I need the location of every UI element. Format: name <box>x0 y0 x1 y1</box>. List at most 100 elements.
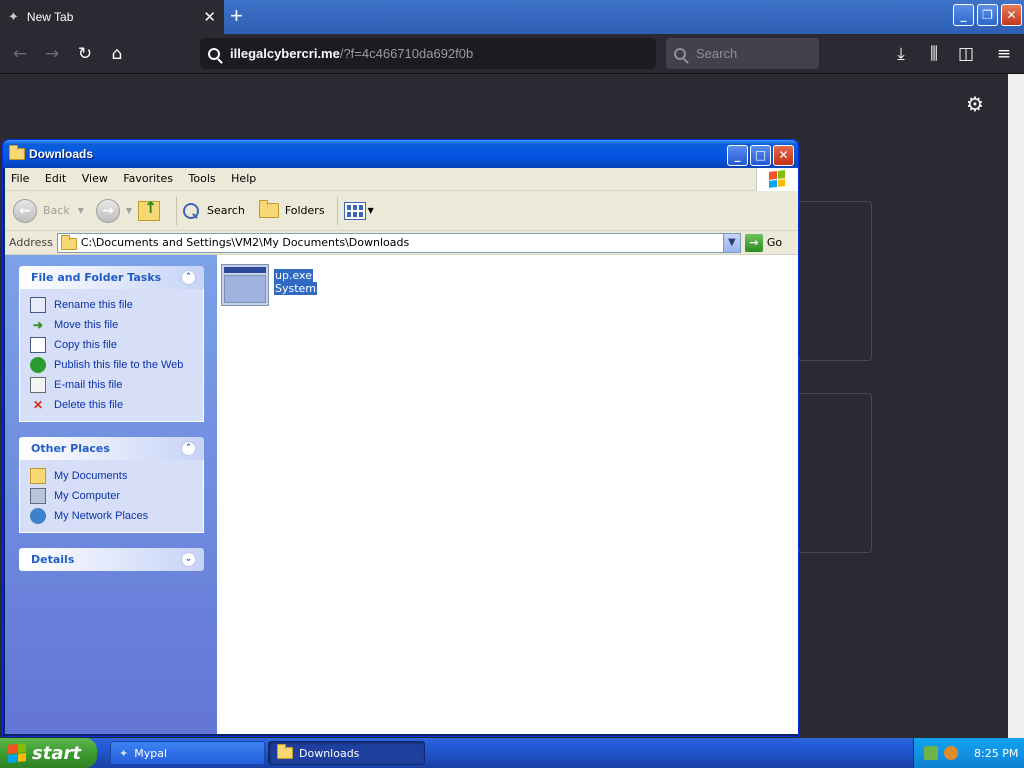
explorer-titlebar[interactable]: Downloads _ □ ✕ <box>3 140 798 168</box>
tray-search-icon[interactable] <box>944 746 958 760</box>
browser-search-input[interactable]: Search <box>666 38 819 69</box>
up-folder-button[interactable] <box>138 198 164 221</box>
explorer-close-button[interactable]: ✕ <box>773 145 794 166</box>
home-icon[interactable]: ⌂ <box>106 43 128 65</box>
explorer-toolbar: ← Back ▼ → ▼ Search Folders ▼ <box>5 191 798 231</box>
browser-minimize-button[interactable]: _ <box>953 4 974 26</box>
folder-icon <box>277 744 293 759</box>
file-label: up.exe System <box>274 269 318 306</box>
file-folder-tasks-panel: File and Folder Tasks ⌃ Rename this file… <box>19 266 204 422</box>
panel-title: Details <box>31 553 75 566</box>
gear-icon[interactable]: ⚙ <box>966 92 984 116</box>
copy-icon <box>30 337 46 353</box>
browser-restore-button[interactable]: ❐ <box>977 4 998 26</box>
task-publish[interactable]: Publish this file to the Web <box>30 355 203 375</box>
start-button[interactable]: start <box>0 738 97 768</box>
place-my-computer[interactable]: My Computer <box>30 486 203 506</box>
exe-file-icon <box>221 264 269 306</box>
downloads-icon[interactable]: ⤓ <box>890 43 912 65</box>
panel-title: Other Places <box>31 442 110 455</box>
clock: 8:25 PM <box>974 746 1019 760</box>
chevron-down-icon[interactable]: ▼ <box>126 206 132 215</box>
folders-label: Folders <box>284 204 325 217</box>
taskbar-item-downloads[interactable]: Downloads <box>268 741 425 765</box>
task-copy[interactable]: Copy this file <box>30 335 203 355</box>
mypal-favicon-icon: ✦ <box>8 9 19 25</box>
task-rename[interactable]: Rename this file <box>30 295 203 315</box>
chevron-down-icon[interactable]: ▼ <box>722 233 740 252</box>
forward-icon: → <box>95 198 120 223</box>
panel-header[interactable]: Other Places ⌃ <box>19 437 204 460</box>
tray-network-icon[interactable] <box>924 746 938 760</box>
explorer-minimize-button[interactable]: _ <box>727 145 748 166</box>
menu-view[interactable]: View <box>76 168 114 189</box>
task-pane: File and Folder Tasks ⌃ Rename this file… <box>5 255 217 734</box>
expand-icon[interactable]: ⌄ <box>181 552 196 567</box>
search-button[interactable]: Search <box>183 202 245 219</box>
search-placeholder: Search <box>696 46 738 61</box>
back-icon: ← <box>13 198 37 223</box>
folder-icon <box>60 235 77 250</box>
panel-header[interactable]: Details ⌄ <box>19 548 204 571</box>
url-path: /?f=4c466710da692f0b <box>339 46 474 61</box>
folder-icon <box>30 468 46 484</box>
toolbar-divider <box>176 196 178 225</box>
menu-favorites[interactable]: Favorites <box>117 168 179 189</box>
url-bar[interactable]: illegalcybercri.me /?f=4c466710da692f0b <box>200 38 656 69</box>
back-arrow-icon[interactable]: ← <box>9 43 31 65</box>
go-button[interactable]: → Go <box>744 233 783 252</box>
task-delete[interactable]: ✕ Delete this file <box>30 395 203 415</box>
file-list[interactable]: up.exe System <box>217 255 798 734</box>
library-icon[interactable]: ⫼ <box>923 43 945 65</box>
panel-header[interactable]: File and Folder Tasks ⌃ <box>19 266 204 289</box>
place-network[interactable]: My Network Places <box>30 506 203 526</box>
address-input[interactable]: C:\Documents and Settings\VM2\My Documen… <box>56 232 741 253</box>
new-tab-button[interactable]: + <box>230 3 243 29</box>
windows-logo <box>756 168 798 191</box>
menu-help[interactable]: Help <box>225 168 262 189</box>
tab-new-tab[interactable]: ✦ New Tab ✕ <box>0 0 224 34</box>
explorer-window: Downloads _ □ ✕ File Edit View Favorites… <box>2 139 799 737</box>
go-label: Go <box>766 236 783 249</box>
reload-icon[interactable]: ↻ <box>74 43 96 65</box>
folders-button[interactable]: Folders <box>258 200 325 218</box>
other-places-panel: Other Places ⌃ My Documents My Computer … <box>19 437 204 533</box>
start-label: start <box>32 742 81 764</box>
browser-scrollbar[interactable] <box>1008 74 1024 738</box>
windows-flag-icon <box>8 743 26 763</box>
task-move[interactable]: ➜ Move this file <box>30 315 203 335</box>
browser-tabbar: ✦ New Tab ✕ + _ ❐ ✕ <box>0 0 1024 34</box>
details-panel: Details ⌄ <box>19 548 204 571</box>
menu-hamburger-icon[interactable]: ≡ <box>993 43 1015 65</box>
folder-icon <box>9 145 25 160</box>
collapse-icon[interactable]: ⌃ <box>181 270 196 285</box>
menu-edit[interactable]: Edit <box>39 168 72 189</box>
file-item-up-exe[interactable]: up.exe System <box>221 264 318 306</box>
explorer-maximize-button[interactable]: □ <box>750 145 771 166</box>
back-label: Back <box>43 204 70 217</box>
browser-close-button[interactable]: ✕ <box>1001 4 1022 26</box>
menu-file[interactable]: File <box>5 168 35 189</box>
views-button[interactable]: ▼ <box>343 201 374 220</box>
envelope-icon <box>30 377 46 393</box>
collapse-icon[interactable]: ⌃ <box>181 441 196 456</box>
chevron-down-icon[interactable]: ▼ <box>78 206 84 215</box>
task-email[interactable]: E-mail this file <box>30 375 203 395</box>
computer-icon <box>30 488 46 504</box>
address-value: C:\Documents and Settings\VM2\My Documen… <box>80 236 410 249</box>
forward-arrow-icon[interactable]: → <box>41 43 63 65</box>
top-site-tile[interactable] <box>798 201 872 361</box>
back-button[interactable]: ← Back ▼ <box>13 198 84 223</box>
folder-up-icon <box>138 198 161 221</box>
taskbar-item-mypal[interactable]: ✦ Mypal <box>110 741 265 765</box>
folders-icon <box>258 200 279 218</box>
windows-flag-icon <box>769 170 785 188</box>
place-my-documents[interactable]: My Documents <box>30 466 203 486</box>
globe-icon <box>30 357 46 373</box>
sidebar-icon[interactable]: ◫ <box>955 43 977 65</box>
forward-button[interactable]: → ▼ <box>95 198 132 223</box>
top-site-tile[interactable] <box>798 393 872 553</box>
panel-title: File and Folder Tasks <box>31 271 162 284</box>
menu-tools[interactable]: Tools <box>183 168 222 189</box>
tab-close-icon[interactable]: ✕ <box>203 8 216 26</box>
